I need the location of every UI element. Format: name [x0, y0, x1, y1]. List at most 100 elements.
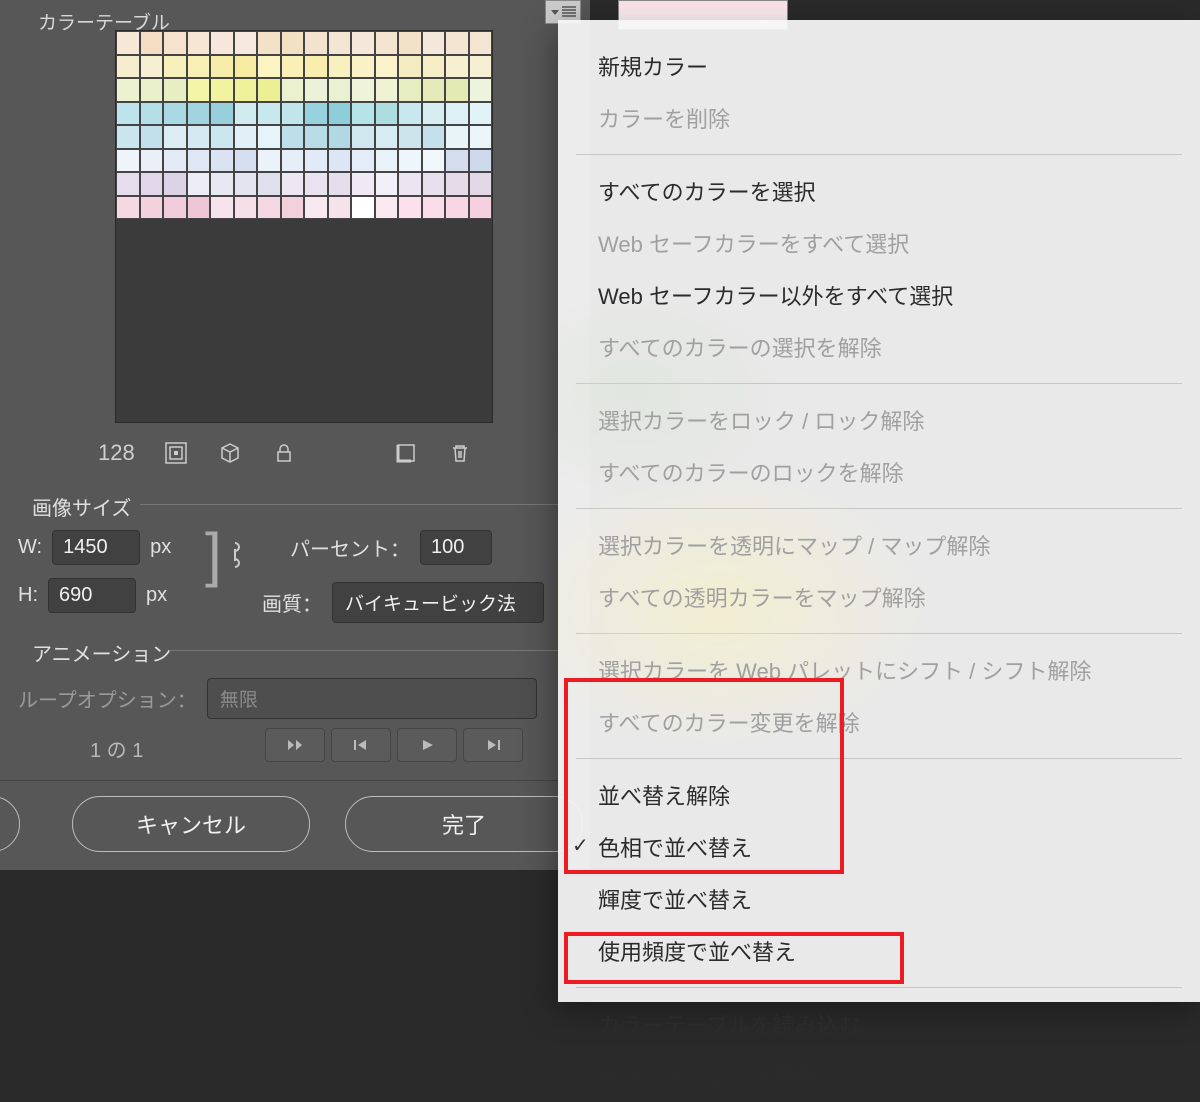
snap-grid-icon[interactable] — [163, 440, 189, 466]
cube-icon[interactable] — [217, 440, 243, 466]
color-swatch[interactable] — [328, 196, 352, 220]
color-swatch[interactable] — [187, 102, 211, 126]
color-swatch[interactable] — [187, 78, 211, 102]
color-swatch[interactable] — [257, 196, 281, 220]
color-swatch[interactable] — [375, 55, 399, 79]
color-swatch[interactable] — [422, 196, 446, 220]
color-swatch[interactable] — [422, 102, 446, 126]
color-swatch[interactable] — [398, 196, 422, 220]
color-swatch[interactable] — [140, 149, 164, 173]
color-swatch-grid[interactable] — [115, 30, 493, 423]
color-swatch[interactable] — [351, 149, 375, 173]
color-swatch[interactable] — [422, 78, 446, 102]
color-swatch[interactable] — [234, 78, 258, 102]
color-swatch[interactable] — [210, 78, 234, 102]
color-swatch[interactable] — [187, 172, 211, 196]
color-swatch[interactable] — [422, 31, 446, 55]
color-swatch[interactable] — [116, 78, 140, 102]
color-swatch[interactable] — [398, 172, 422, 196]
loop-select[interactable]: 無限 — [207, 678, 537, 719]
color-swatch[interactable] — [257, 78, 281, 102]
color-swatch[interactable] — [257, 31, 281, 55]
link-dimensions-icon[interactable]: ] — [205, 540, 244, 570]
color-swatch[interactable] — [398, 149, 422, 173]
color-swatch[interactable] — [375, 172, 399, 196]
color-swatch[interactable] — [328, 55, 352, 79]
menu-item[interactable]: 輝度で並べ替え — [558, 873, 1200, 925]
color-swatch[interactable] — [328, 78, 352, 102]
color-swatch[interactable] — [328, 31, 352, 55]
color-swatch[interactable] — [328, 149, 352, 173]
trash-icon[interactable] — [447, 440, 473, 466]
color-swatch[interactable] — [116, 102, 140, 126]
color-swatch[interactable] — [234, 149, 258, 173]
color-swatch[interactable] — [304, 196, 328, 220]
color-swatch[interactable] — [351, 172, 375, 196]
color-swatch[interactable] — [234, 196, 258, 220]
color-swatch[interactable] — [163, 78, 187, 102]
color-swatch[interactable] — [304, 102, 328, 126]
color-swatch[interactable] — [469, 125, 493, 149]
color-swatch[interactable] — [351, 55, 375, 79]
color-swatch[interactable] — [210, 55, 234, 79]
color-swatch[interactable] — [116, 31, 140, 55]
color-swatch[interactable] — [210, 172, 234, 196]
color-swatch[interactable] — [398, 125, 422, 149]
color-swatch[interactable] — [351, 102, 375, 126]
color-swatch[interactable] — [187, 149, 211, 173]
color-swatch[interactable] — [445, 172, 469, 196]
width-input[interactable] — [52, 530, 140, 565]
height-input[interactable] — [48, 578, 136, 613]
color-swatch[interactable] — [304, 78, 328, 102]
color-swatch[interactable] — [398, 31, 422, 55]
color-swatch[interactable] — [281, 196, 305, 220]
menu-item[interactable]: 並べ替え解除 — [558, 769, 1200, 821]
color-swatch[interactable] — [163, 102, 187, 126]
menu-item[interactable]: 色相で並べ替え✓ — [558, 821, 1200, 873]
color-swatch[interactable] — [469, 31, 493, 55]
color-swatch[interactable] — [469, 55, 493, 79]
color-swatch[interactable] — [328, 172, 352, 196]
quality-select[interactable]: バイキュービック法 — [332, 582, 544, 623]
color-swatch[interactable] — [422, 125, 446, 149]
color-swatch[interactable] — [281, 125, 305, 149]
color-swatch[interactable] — [469, 149, 493, 173]
color-swatch[interactable] — [351, 31, 375, 55]
color-swatch[interactable] — [445, 149, 469, 173]
color-swatch[interactable] — [234, 102, 258, 126]
color-swatch[interactable] — [163, 172, 187, 196]
color-swatch[interactable] — [422, 55, 446, 79]
color-swatch[interactable] — [234, 55, 258, 79]
menu-item[interactable]: カラーテーブルを保存... — [558, 1050, 1200, 1102]
color-swatch[interactable] — [210, 149, 234, 173]
color-swatch[interactable] — [445, 55, 469, 79]
menu-item[interactable]: すべてのカラーを選択 — [558, 165, 1200, 217]
color-swatch[interactable] — [304, 55, 328, 79]
step-forward-button[interactable] — [463, 728, 523, 762]
color-swatch[interactable] — [163, 55, 187, 79]
menu-item[interactable]: カラーテーブルを読み込む... — [558, 998, 1200, 1050]
color-swatch[interactable] — [257, 125, 281, 149]
color-swatch[interactable] — [445, 196, 469, 220]
color-swatch[interactable] — [163, 31, 187, 55]
color-swatch[interactable] — [422, 149, 446, 173]
color-swatch[interactable] — [469, 102, 493, 126]
color-swatch[interactable] — [469, 172, 493, 196]
rewind-button[interactable] — [265, 728, 325, 762]
color-swatch[interactable] — [469, 196, 493, 220]
color-swatch[interactable] — [163, 149, 187, 173]
color-swatch[interactable] — [445, 125, 469, 149]
new-swatch-icon[interactable] — [393, 440, 419, 466]
color-swatch[interactable] — [140, 102, 164, 126]
color-swatch[interactable] — [304, 31, 328, 55]
color-swatch[interactable] — [140, 172, 164, 196]
color-swatch[interactable] — [210, 125, 234, 149]
color-swatch[interactable] — [375, 78, 399, 102]
color-swatch[interactable] — [210, 196, 234, 220]
color-swatch[interactable] — [116, 172, 140, 196]
color-swatch[interactable] — [281, 149, 305, 173]
color-swatch[interactable] — [328, 125, 352, 149]
color-swatch[interactable] — [187, 55, 211, 79]
color-swatch[interactable] — [210, 102, 234, 126]
color-swatch[interactable] — [281, 172, 305, 196]
